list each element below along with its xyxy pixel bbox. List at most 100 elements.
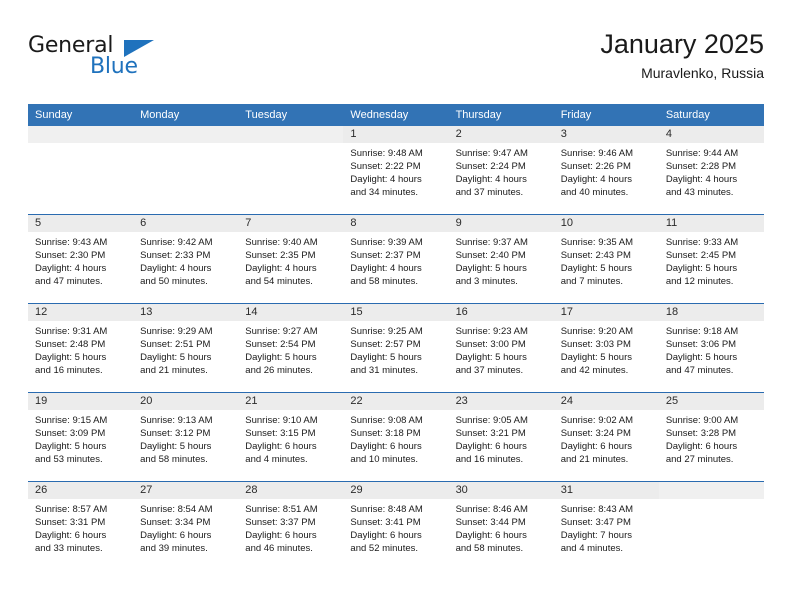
brand-logo[interactable]: General Blue <box>28 34 158 86</box>
day-daylight-text: and 47 minutes. <box>35 276 103 287</box>
calendar-day: 19 Sunrise: 9:15 AM Sunset: 3:09 PM Dayligh… <box>28 393 134 481</box>
calendar-day-cell[interactable]: 29 Sunrise: 8:48 AM Sunset: 3:41 PM Dayligh… <box>343 481 449 570</box>
calendar-day-cell[interactable]: 4 Sunrise: 9:44 AM Sunset: 2:28 PM Daylight… <box>658 126 764 215</box>
calendar-day-cell[interactable]: 25 Sunrise: 9:00 AM Sunset: 3:28 PM Dayligh… <box>658 392 764 482</box>
day-details: Sunrise: 8:46 AM Sunset: 3:44 PM Daylight:… <box>449 499 554 555</box>
day-sunrise-text: Sunrise: 8:54 AM <box>140 504 213 515</box>
day-number: 7 <box>238 215 344 232</box>
calendar-day-cell[interactable]: 28 Sunrise: 8:51 AM Sunset: 3:37 PM Dayligh… <box>238 481 344 570</box>
calendar-day-cell[interactable]: 13 Sunrise: 9:29 AM Sunset: 2:51 PM Dayligh… <box>133 303 239 393</box>
day-daylight-text: and 58 minutes. <box>140 454 208 465</box>
day-sunrise-text: Sunrise: 9:00 AM <box>665 415 739 426</box>
calendar-day-cell[interactable]: 30 Sunrise: 8:46 AM Sunset: 3:44 PM Dayligh… <box>448 481 554 570</box>
day-number: 19 <box>28 393 134 410</box>
calendar-day-cell[interactable]: 12 Sunrise: 9:31 AM Sunset: 2:48 PM Dayligh… <box>28 303 134 393</box>
calendar-day: 17 Sunrise: 9:20 AM Sunset: 3:03 PM Dayligh… <box>553 304 659 392</box>
calendar-day: 14 Sunrise: 9:27 AM Sunset: 2:54 PM Dayligh… <box>238 304 344 392</box>
calendar-day-cell[interactable]: 23 Sunrise: 9:05 AM Sunset: 3:21 PM Dayligh… <box>448 392 554 482</box>
day-details: Sunrise: 9:33 AM Sunset: 2:45 PM Daylight:… <box>659 232 764 288</box>
day-sunrise-text: Sunrise: 8:51 AM <box>245 504 318 515</box>
calendar-day-empty <box>133 126 239 214</box>
day-daylight-text: and 4 minutes. <box>560 543 624 554</box>
day-daylight-text: Daylight: 6 hours <box>35 530 107 541</box>
day-details: Sunrise: 9:25 AM Sunset: 2:57 PM Daylight:… <box>343 321 448 377</box>
calendar-day: 24 Sunrise: 9:02 AM Sunset: 3:24 PM Dayligh… <box>553 393 659 481</box>
day-daylight-text: Daylight: 4 hours <box>350 263 422 274</box>
calendar-day-cell[interactable]: 24 Sunrise: 9:02 AM Sunset: 3:24 PM Dayligh… <box>553 392 659 482</box>
day-sunset-text: Sunset: 3:03 PM <box>560 339 631 350</box>
calendar-day-cell[interactable]: 8 Sunrise: 9:39 AM Sunset: 2:37 PM Daylight… <box>343 214 449 304</box>
day-daylight-text: and 58 minutes. <box>350 276 419 287</box>
calendar-day-cell[interactable]: 26 Sunrise: 8:57 AM Sunset: 3:31 PM Dayligh… <box>28 481 134 570</box>
day-details: Sunrise: 9:35 AM Sunset: 2:43 PM Daylight:… <box>554 232 659 288</box>
calendar-header-row: Sunday Monday Tuesday Wednesday Thursday… <box>28 104 764 126</box>
day-number <box>28 126 134 143</box>
day-daylight-text: Daylight: 7 hours <box>560 530 632 541</box>
day-daylight-text: Daylight: 6 hours <box>140 530 212 541</box>
day-daylight-text: Daylight: 5 hours <box>140 441 212 452</box>
day-sunset-text: Sunset: 3:24 PM <box>560 428 631 439</box>
day-details: Sunrise: 9:20 AM Sunset: 3:03 PM Daylight:… <box>554 321 659 377</box>
calendar-day-cell[interactable] <box>658 481 764 570</box>
calendar-day-cell[interactable]: 20 Sunrise: 9:13 AM Sunset: 3:12 PM Dayligh… <box>133 392 239 482</box>
day-sunset-text: Sunset: 2:24 PM <box>455 161 526 172</box>
day-sunset-text: Sunset: 2:45 PM <box>665 250 737 261</box>
day-daylight-text: Daylight: 4 hours <box>560 174 632 185</box>
day-details: Sunrise: 9:27 AM Sunset: 2:54 PM Daylight:… <box>238 321 343 377</box>
day-sunset-text: Sunset: 2:33 PM <box>140 250 211 261</box>
calendar-day-cell[interactable]: 15 Sunrise: 9:25 AM Sunset: 2:57 PM Dayligh… <box>343 303 449 393</box>
calendar-day-cell[interactable] <box>238 126 344 215</box>
day-sunrise-text: Sunrise: 9:43 AM <box>35 237 108 248</box>
calendar-day-cell[interactable] <box>133 126 239 215</box>
day-number <box>658 482 764 499</box>
calendar-day-cell[interactable]: 1 Sunrise: 9:48 AM Sunset: 2:22 PM Daylight… <box>343 126 449 215</box>
calendar-day-cell[interactable]: 2 Sunrise: 9:47 AM Sunset: 2:24 PM Daylight… <box>448 126 554 215</box>
calendar-day-cell[interactable] <box>28 126 134 215</box>
calendar-day: 22 Sunrise: 9:08 AM Sunset: 3:18 PM Dayligh… <box>343 393 449 481</box>
calendar-day-cell[interactable]: 19 Sunrise: 9:15 AM Sunset: 3:09 PM Dayligh… <box>28 392 134 482</box>
calendar-day-cell[interactable]: 27 Sunrise: 8:54 AM Sunset: 3:34 PM Dayligh… <box>133 481 239 570</box>
day-number: 17 <box>553 304 659 321</box>
calendar-day-cell[interactable]: 11 Sunrise: 9:33 AM Sunset: 2:45 PM Dayligh… <box>658 214 764 304</box>
day-daylight-text: Daylight: 5 hours <box>245 352 317 363</box>
calendar-day: 31 Sunrise: 8:43 AM Sunset: 3:47 PM Dayligh… <box>553 482 659 570</box>
day-sunrise-text: Sunrise: 9:46 AM <box>560 148 634 159</box>
day-sunset-text: Sunset: 3:09 PM <box>35 428 106 439</box>
calendar-day-cell[interactable]: 7 Sunrise: 9:40 AM Sunset: 2:35 PM Daylight… <box>238 214 344 304</box>
day-sunset-text: Sunset: 3:00 PM <box>455 339 526 350</box>
day-daylight-text: Daylight: 5 hours <box>665 352 738 363</box>
day-daylight-text: Daylight: 5 hours <box>35 352 107 363</box>
day-sunrise-text: Sunrise: 9:33 AM <box>665 237 739 248</box>
day-daylight-text: Daylight: 4 hours <box>245 263 317 274</box>
day-daylight-text: and 53 minutes. <box>35 454 103 465</box>
day-number: 29 <box>343 482 449 499</box>
title-block: January 2025 Muravlenko, Russia <box>600 28 764 83</box>
day-number: 11 <box>658 215 764 232</box>
day-number: 3 <box>553 126 659 143</box>
day-number: 22 <box>343 393 449 410</box>
calendar-week-row: 19 Sunrise: 9:15 AM Sunset: 3:09 PM Dayligh… <box>28 392 764 482</box>
calendar-day-cell[interactable]: 10 Sunrise: 9:35 AM Sunset: 2:43 PM Dayligh… <box>553 214 659 304</box>
calendar-day-cell[interactable]: 5 Sunrise: 9:43 AM Sunset: 2:30 PM Daylight… <box>28 214 134 304</box>
day-daylight-text: and 34 minutes. <box>350 187 419 198</box>
day-details: Sunrise: 8:57 AM Sunset: 3:31 PM Daylight:… <box>28 499 133 555</box>
calendar-day: 8 Sunrise: 9:39 AM Sunset: 2:37 PM Daylight… <box>343 215 449 303</box>
calendar-day-cell[interactable]: 17 Sunrise: 9:20 AM Sunset: 3:03 PM Dayligh… <box>553 303 659 393</box>
day-daylight-text: and 31 minutes. <box>350 365 419 376</box>
calendar-day-cell[interactable]: 16 Sunrise: 9:23 AM Sunset: 3:00 PM Dayligh… <box>448 303 554 393</box>
calendar-day-cell[interactable]: 18 Sunrise: 9:18 AM Sunset: 3:06 PM Dayligh… <box>658 303 764 393</box>
calendar-day-cell[interactable]: 6 Sunrise: 9:42 AM Sunset: 2:33 PM Daylight… <box>133 214 239 304</box>
calendar-day-cell[interactable]: 21 Sunrise: 9:10 AM Sunset: 3:15 PM Dayligh… <box>238 392 344 482</box>
day-sunrise-text: Sunrise: 9:44 AM <box>665 148 739 159</box>
calendar-day-cell[interactable]: 14 Sunrise: 9:27 AM Sunset: 2:54 PM Dayligh… <box>238 303 344 393</box>
day-number: 15 <box>343 304 449 321</box>
calendar-day-cell[interactable]: 3 Sunrise: 9:46 AM Sunset: 2:26 PM Daylight… <box>553 126 659 215</box>
day-details: Sunrise: 9:13 AM Sunset: 3:12 PM Daylight:… <box>133 410 238 466</box>
day-daylight-text: and 7 minutes. <box>560 276 624 287</box>
brand-name-bottom: Blue <box>90 54 138 79</box>
calendar-day-cell[interactable]: 31 Sunrise: 8:43 AM Sunset: 3:47 PM Dayligh… <box>553 481 659 570</box>
calendar-day-cell[interactable]: 22 Sunrise: 9:08 AM Sunset: 3:18 PM Dayligh… <box>343 392 449 482</box>
day-daylight-text: Daylight: 4 hours <box>140 263 212 274</box>
day-number: 4 <box>658 126 764 143</box>
calendar-day-cell[interactable]: 9 Sunrise: 9:37 AM Sunset: 2:40 PM Daylight… <box>448 214 554 304</box>
